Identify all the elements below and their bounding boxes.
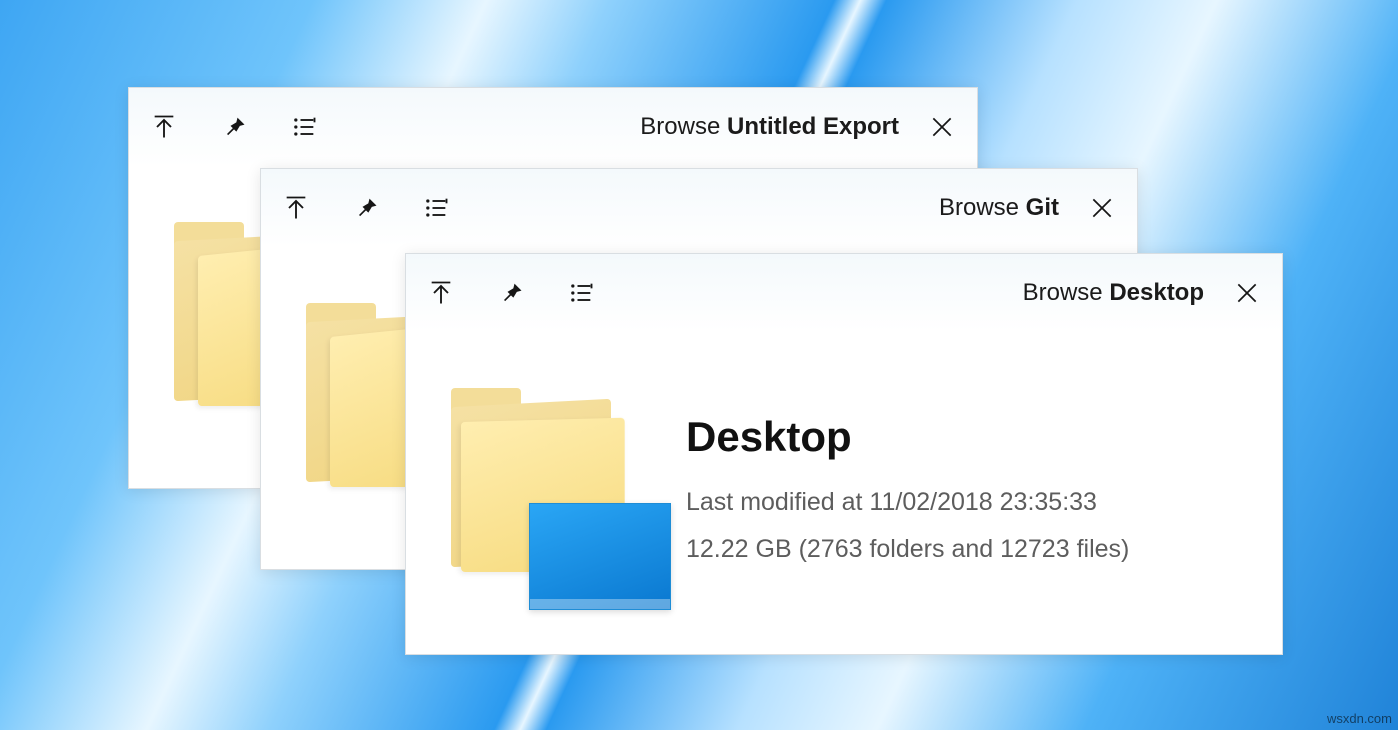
options-button[interactable] [269, 88, 339, 166]
pin-button[interactable] [476, 254, 546, 332]
browse-prefix: Browse [640, 113, 720, 140]
browse-prefix: Browse [1023, 279, 1103, 306]
pin-button[interactable] [199, 88, 269, 166]
up-button[interactable] [261, 169, 331, 247]
window-title: Browse Git [939, 194, 1059, 222]
preview-body: Desktop Last modified at 11/02/2018 23:3… [406, 332, 1282, 654]
pin-icon [220, 113, 248, 141]
close-button[interactable] [1212, 254, 1282, 332]
browse-prefix: Browse [939, 194, 1019, 221]
options-button[interactable] [546, 254, 616, 332]
folder-info: Desktop Last modified at 11/02/2018 23:3… [686, 413, 1282, 574]
browse-target: Untitled Export [727, 113, 899, 140]
close-button[interactable] [907, 88, 977, 166]
window-title: Browse Desktop [1023, 279, 1204, 307]
desktop-overlay-icon [529, 503, 671, 610]
list-settings-icon [567, 279, 595, 307]
pin-button[interactable] [331, 169, 401, 247]
close-icon [1234, 280, 1260, 306]
arrow-up-bar-icon [282, 194, 310, 222]
arrow-up-bar-icon [150, 113, 178, 141]
pin-icon [352, 194, 380, 222]
browse-target: Git [1026, 194, 1059, 221]
close-icon [1089, 195, 1115, 221]
toolbar: Browse Desktop [406, 254, 1282, 332]
up-button[interactable] [129, 88, 199, 166]
pin-icon [497, 279, 525, 307]
browse-target: Desktop [1109, 279, 1204, 306]
toolbar: Browse Git [261, 169, 1137, 247]
close-icon [929, 114, 955, 140]
window-title: Browse Untitled Export [640, 113, 899, 141]
watermark: wsxdn.com [1327, 711, 1392, 726]
size-line: 12.22 GB (2763 folders and 12723 files) [686, 526, 1282, 574]
last-modified-line: Last modified at 11/02/2018 23:35:33 [686, 479, 1282, 527]
toolbar: Browse Untitled Export [129, 88, 977, 166]
up-button[interactable] [406, 254, 476, 332]
list-settings-icon [422, 194, 450, 222]
arrow-up-bar-icon [427, 279, 455, 307]
options-button[interactable] [401, 169, 471, 247]
list-settings-icon [290, 113, 318, 141]
folder-title: Desktop [686, 413, 1282, 461]
close-button[interactable] [1067, 169, 1137, 247]
preview-window-desktop: Browse Desktop Desktop Last modified at … [405, 253, 1283, 655]
folder-thumbnail [406, 332, 686, 654]
